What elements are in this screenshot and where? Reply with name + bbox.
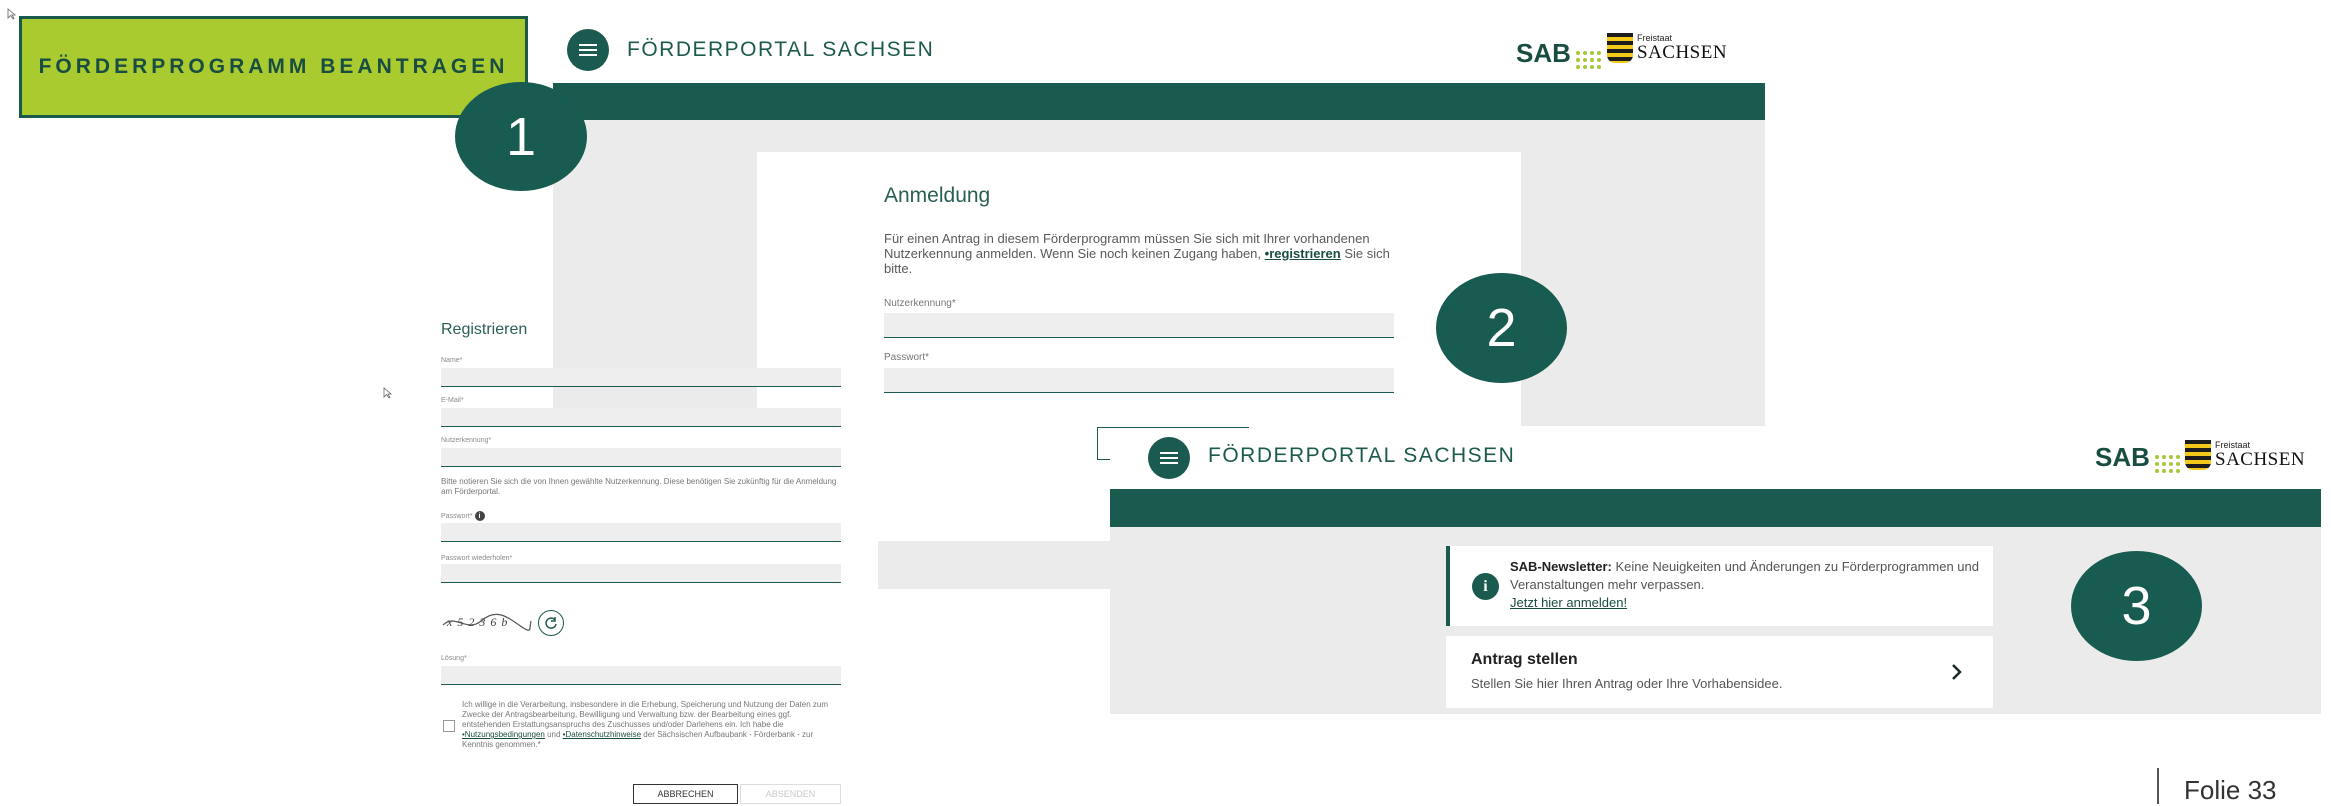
sachsen-label: SACHSEN <box>2215 449 2306 470</box>
info-icon[interactable]: i <box>474 511 485 521</box>
reg-password-label: Passwort* <box>441 512 473 520</box>
username-hint: Bitte notieren Sie sich die von Ihnen ge… <box>441 477 837 496</box>
coat-of-arms-icon <box>1607 33 1633 63</box>
email-input[interactable] <box>441 408 841 427</box>
newsletter-text: SAB-Newsletter: Keine Neuigkeiten und Än… <box>1510 558 1980 612</box>
sab-dots-icon <box>2154 455 2180 473</box>
reg-username-label: Nutzerkennung* <box>441 437 492 444</box>
sab-logo-text: SAB <box>2095 442 2150 472</box>
sab-logo-2[interactable]: SAB <box>2095 442 2180 473</box>
step-marker-1: 1 <box>455 82 587 191</box>
info-icon: i <box>1472 573 1499 600</box>
newsletter-card: i SAB-Newsletter: Keine Neuigkeiten und … <box>1446 546 1993 626</box>
refresh-icon <box>545 617 557 629</box>
antrag-stellen-title: Antrag stellen <box>1471 651 1578 668</box>
portal-title-2: FÖRDERPORTAL SACHSEN <box>1208 444 1516 467</box>
sachsen-logo[interactable]: Freistaat SACHSEN <box>1607 33 1727 63</box>
chevron-right-icon <box>1952 664 1962 680</box>
reg-username-input[interactable] <box>441 448 841 467</box>
headline-box: FÖRDERPROGRAMM BEANTRAGEN <box>19 16 528 118</box>
menu-button-2[interactable] <box>1148 437 1190 479</box>
solution-input[interactable] <box>441 666 841 685</box>
password-label: Passwort* <box>884 352 930 363</box>
newsletter-bold: SAB-Newsletter: <box>1510 559 1612 574</box>
hamburger-icon <box>1160 452 1178 464</box>
antrag-stellen-card[interactable]: Antrag stellen Stellen Sie hier Ihren An… <box>1446 636 1993 708</box>
consent-text-2: und <box>544 730 563 739</box>
step-marker-3: 3 <box>2071 551 2202 661</box>
name-label: Name* <box>441 357 463 364</box>
sab-dots-icon <box>1575 51 1601 69</box>
privacy-link[interactable]: •Datenschutzhinweise <box>563 730 641 739</box>
hamburger-icon <box>579 44 597 56</box>
cursor-icon-corner <box>7 8 17 20</box>
captcha-text: x 5 2 3 6 b <box>447 615 509 629</box>
login-description: Für einen Antrag in diesem Förderprogram… <box>884 231 1394 276</box>
password-repeat-input[interactable] <box>441 564 841 583</box>
username-label: Nutzerkennung* <box>884 298 956 309</box>
consent-text: Ich willige in die Verarbeitung, insbeso… <box>462 700 840 750</box>
footer-divider <box>2157 768 2159 804</box>
solution-label: Lösung* <box>441 655 467 662</box>
portal-title: FÖRDERPORTAL SACHSEN <box>627 38 935 61</box>
sab-logo[interactable]: SAB <box>1516 38 1601 69</box>
antrag-stellen-subtitle: Stellen Sie hier Ihren Antrag oder Ihre … <box>1471 676 1783 691</box>
slide-number: Folie 33 <box>2184 775 2277 805</box>
portal-header-1: FÖRDERPORTAL SACHSEN SAB Freistaat SACHS… <box>553 26 1765 82</box>
login-title: Anmeldung <box>884 184 991 207</box>
submit-button[interactable]: ABSENDEN <box>740 784 841 804</box>
headline: FÖRDERPROGRAMM BEANTRAGEN <box>38 55 509 78</box>
terms-link[interactable]: •Nutzungsbedingungen <box>462 730 545 739</box>
coat-of-arms-icon <box>2185 440 2211 470</box>
portal-band-2 <box>1110 489 2321 527</box>
password-input[interactable] <box>884 368 1394 393</box>
consent-checkbox[interactable] <box>443 720 455 732</box>
sab-logo-text: SAB <box>1516 38 1571 68</box>
consent-text-1: Ich willige in die Verarbeitung, insbeso… <box>462 700 829 729</box>
register-link[interactable]: •registrieren <box>1265 246 1341 261</box>
portal-band-1 <box>553 83 1765 120</box>
portal-header-2: FÖRDERPORTAL SACHSEN SAB Freistaat SACHS… <box>1110 432 2321 489</box>
password-repeat-label: Passwort wiederholen* <box>441 555 513 562</box>
newsletter-signup-link[interactable]: Jetzt hier anmelden! <box>1510 595 1627 610</box>
email-label: E-Mail* <box>441 397 464 404</box>
reg-password-label-row: Passwort* i <box>441 511 485 521</box>
name-input[interactable] <box>441 368 841 387</box>
username-input[interactable] <box>884 313 1394 338</box>
cursor-icon <box>383 387 393 399</box>
captcha-refresh-button[interactable] <box>538 610 564 636</box>
register-title: Registrieren <box>441 321 528 338</box>
captcha-image: x 5 2 3 6 b <box>441 609 533 637</box>
reg-password-input[interactable] <box>441 523 841 542</box>
sachsen-logo-2[interactable]: Freistaat SACHSEN <box>2185 440 2305 470</box>
sachsen-label: SACHSEN <box>1637 42 1728 63</box>
dashboard-grey-left <box>878 541 1110 589</box>
step-marker-2: 2 <box>1436 273 1567 383</box>
cancel-button[interactable]: ABBRECHEN <box>633 784 738 804</box>
menu-button[interactable] <box>567 29 609 71</box>
